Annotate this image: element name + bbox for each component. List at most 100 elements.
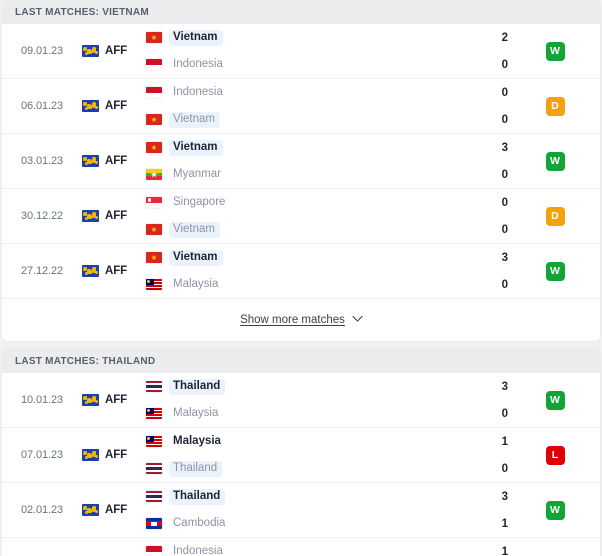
team-name: Thailand [169,460,223,477]
score-home: 1 [501,435,508,448]
competition-cell[interactable]: AFF [82,189,144,243]
result-badge: W [545,500,565,520]
team-away[interactable]: Vietnam [146,221,360,238]
team-away[interactable]: Malaysia [146,277,360,293]
team-home[interactable]: Vietnam [146,29,360,46]
team-away[interactable]: Thailand [146,460,360,477]
team-away[interactable]: Malaysia [146,406,360,422]
competition-name: AFF [105,394,128,406]
competition-cell[interactable]: AFF [82,79,144,133]
score-home: 1 [501,545,508,556]
score-home: 2 [501,31,508,44]
aff-competition-icon [82,210,99,222]
match-row[interactable]: 03.01.23 AFF Vietnam Myanmar 3 0 W [2,134,600,189]
scores-cell: 00 [360,189,510,243]
scores-cell: 30 [360,373,510,427]
flag-icon-cambodia [146,518,162,529]
result-cell: W [510,483,600,537]
scores-cell: 10 [360,428,510,482]
result-badge: D [545,96,565,116]
team-home[interactable]: Singapore [146,195,360,211]
teams-cell: Vietnam Myanmar [144,134,360,188]
teams-cell: Vietnam Malaysia [144,244,360,298]
team-away[interactable]: Cambodia [146,516,360,532]
score-home: 0 [501,196,508,209]
team-name: Singapore [173,195,226,208]
competition-name: AFF [105,504,128,516]
team-home[interactable]: Malaysia [146,434,360,450]
team-away[interactable]: Vietnam [146,111,360,128]
team-name: Vietnam [169,29,223,46]
match-row[interactable]: 10.01.23 AFF Thailand Malaysia 3 0 W [2,373,600,428]
match-date: 10.01.23 [20,394,64,406]
score-away: 0 [501,113,508,126]
flag-icon-vietnam [146,142,162,153]
flag-icon-singapore [146,197,162,208]
competition-cell[interactable]: AFF [82,24,144,78]
match-date: 06.01.23 [20,100,64,112]
match-row[interactable]: 09.01.23 AFF Vietnam Indonesia 2 0 W [2,24,600,79]
match-row[interactable]: 07.01.23 AFF Malaysia Thailand 1 0 L [2,428,600,483]
team-home[interactable]: Vietnam [146,139,360,156]
match-row[interactable]: 30.12.22 AFF Singapore Vietnam 0 0 D [2,189,600,244]
team-name: Indonesia [173,85,223,98]
show-more-label: Show more matches [240,314,345,326]
aff-competition-icon [82,100,99,112]
team-home[interactable]: Thailand [146,488,360,505]
result-badge: D [545,206,565,226]
flag-icon-indonesia [146,87,162,98]
matches-section: LAST MATCHES: THAILAND 10.01.23 AFF Thailan… [2,349,600,556]
score-home: 3 [501,141,508,154]
score-away: 0 [501,168,508,181]
score-away: 0 [501,223,508,236]
last-matches-page: LAST MATCHES: VIETNAM 09.01.23 AFF Vietnam I… [0,0,602,556]
competition-cell[interactable]: AFF [82,483,144,537]
show-more-matches-button[interactable]: Show more matches [240,314,363,326]
score-away: 0 [501,407,508,420]
teams-cell: IndonesiaThailand [144,538,360,556]
team-name: Indonesia [173,544,223,556]
match-row[interactable]: 06.01.23 AFF Indonesia Vietnam 0 0 D [2,79,600,134]
match-row[interactable]: 29.12.22AFFIndonesiaThailand11D [2,538,600,556]
show-more-container: Show more matches [2,299,600,341]
scores-cell: 00 [360,79,510,133]
flag-icon-indonesia [146,546,162,556]
competition-name: AFF [105,100,128,112]
aff-competition-icon [82,394,99,406]
match-row[interactable]: 27.12.22 AFF Vietnam Malaysia 3 0 W [2,244,600,299]
match-date: 07.01.23 [20,449,64,461]
result-badge: W [545,151,565,171]
score-away: 0 [501,58,508,71]
competition-cell[interactable]: AFF [82,428,144,482]
competition-name: AFF [105,210,128,222]
aff-competition-icon [82,265,99,277]
team-away[interactable]: Indonesia [146,57,360,73]
competition-name: AFF [105,265,128,277]
team-home[interactable]: Thailand [146,378,360,395]
match-row[interactable]: 02.01.23 AFF Thailand Cambodia 3 1 W [2,483,600,538]
score-away: 0 [501,278,508,291]
team-name: Vietnam [169,139,223,156]
team-name: Vietnam [169,111,220,128]
competition-cell[interactable]: AFF [82,134,144,188]
competition-name: AFF [105,45,128,57]
team-name: Cambodia [173,516,226,529]
team-home[interactable]: Indonesia [146,544,360,556]
team-name: Indonesia [173,57,223,70]
competition-cell[interactable]: AFF [82,244,144,298]
team-name: Malaysia [173,434,221,447]
team-away[interactable]: Myanmar [146,167,360,183]
result-cell: W [510,24,600,78]
competition-name: AFF [105,155,128,167]
aff-competition-icon [82,449,99,461]
result-cell: D [510,538,600,556]
result-badge: L [545,445,565,465]
team-home[interactable]: Indonesia [146,85,360,101]
competition-cell[interactable]: AFF [82,373,144,427]
result-cell: W [510,134,600,188]
team-home[interactable]: Vietnam [146,249,360,266]
sections-container: LAST MATCHES: VIETNAM 09.01.23 AFF Vietnam I… [0,0,602,556]
competition-cell[interactable]: AFF [82,538,144,556]
match-date: 03.01.23 [20,155,64,167]
team-name: Myanmar [173,167,221,180]
